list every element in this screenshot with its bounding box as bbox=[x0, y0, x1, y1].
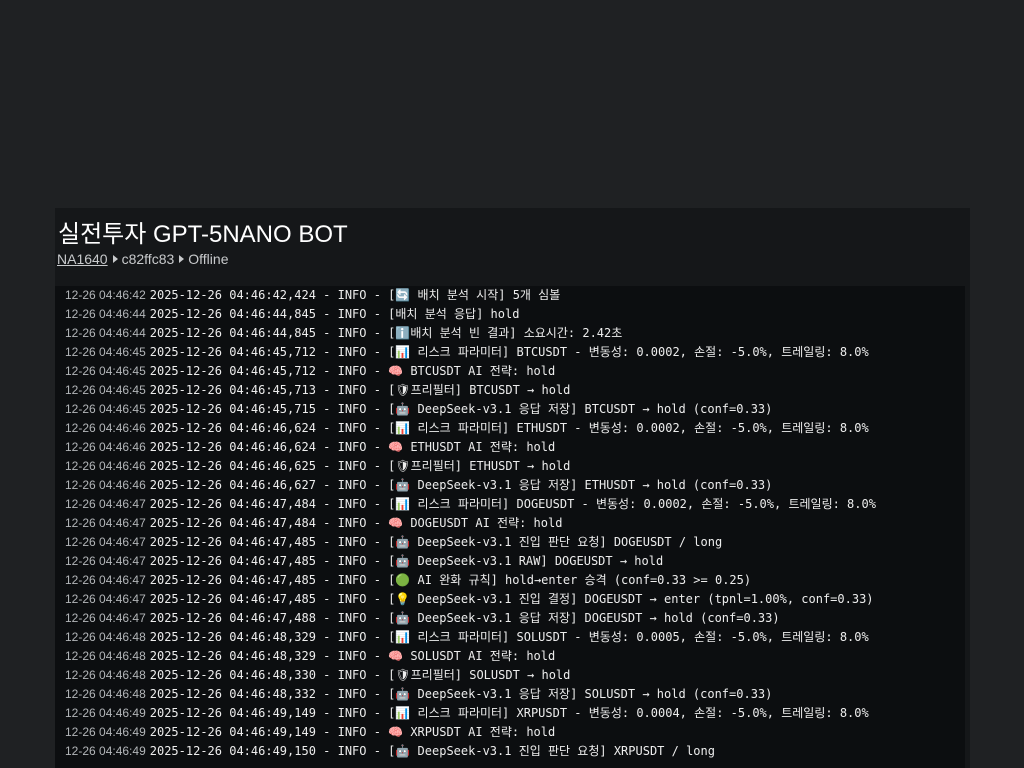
log-line-message: 2025-12-26 04:46:47,485 - INFO - [💡 Deep… bbox=[149, 592, 874, 606]
log-line-timestamp: 12-26 04:46:47 bbox=[65, 592, 146, 606]
log-line-timestamp: 12-26 04:46:47 bbox=[65, 554, 146, 568]
log-line: 12-26 04:46:44 2025-12-26 04:46:44,845 - … bbox=[65, 324, 965, 343]
log-line-timestamp: 12-26 04:46:46 bbox=[65, 440, 146, 454]
log-line-timestamp: 12-26 04:46:47 bbox=[65, 497, 146, 511]
log-line-timestamp: 12-26 04:46:46 bbox=[65, 478, 146, 492]
log-line-timestamp: 12-26 04:46:44 bbox=[65, 326, 146, 340]
log-line: 12-26 04:46:47 2025-12-26 04:46:47,488 - … bbox=[65, 609, 965, 628]
log-line: 12-26 04:46:46 2025-12-26 04:46:46,624 - … bbox=[65, 419, 965, 438]
log-line-message: 2025-12-26 04:46:47,485 - INFO - [🤖 Deep… bbox=[149, 535, 723, 549]
log-line-message: 2025-12-26 04:46:46,624 - INFO - 🧠 ETHUS… bbox=[149, 440, 556, 454]
log-line: 12-26 04:46:47 2025-12-26 04:46:47,485 - … bbox=[65, 571, 965, 590]
log-line: 12-26 04:46:49 2025-12-26 04:46:49,150 - … bbox=[65, 742, 965, 761]
log-line-timestamp: 12-26 04:46:46 bbox=[65, 421, 146, 435]
log-line-message: 2025-12-26 04:46:45,715 - INFO - [🤖 Deep… bbox=[149, 402, 773, 416]
log-line: 12-26 04:46:48 2025-12-26 04:46:48,329 - … bbox=[65, 628, 965, 647]
log-line: 12-26 04:46:48 2025-12-26 04:46:48,332 - … bbox=[65, 685, 965, 704]
log-line: 12-26 04:46:46 2025-12-26 04:46:46,624 - … bbox=[65, 438, 965, 457]
log-line-message: 2025-12-26 04:46:44,845 - INFO - [ℹ️배치 분… bbox=[149, 326, 623, 340]
log-line: 12-26 04:46:45 2025-12-26 04:46:45,715 - … bbox=[65, 400, 965, 419]
log-line-message: 2025-12-26 04:46:46,625 - INFO - [🛡프리필터]… bbox=[149, 459, 571, 473]
log-line-timestamp: 12-26 04:46:45 bbox=[65, 345, 146, 359]
log-line-message: 2025-12-26 04:46:47,485 - INFO - [🤖 Deep… bbox=[149, 554, 664, 568]
page-title: 실전투자 GPT-5NANO BOT bbox=[58, 221, 348, 248]
log-line: 12-26 04:46:47 2025-12-26 04:46:47,484 - … bbox=[65, 495, 965, 514]
log-line-timestamp: 12-26 04:46:49 bbox=[65, 744, 146, 758]
caret-right-icon bbox=[179, 255, 185, 263]
log-line: 12-26 04:46:48 2025-12-26 04:46:48,329 - … bbox=[65, 647, 965, 666]
log-line-timestamp: 12-26 04:46:49 bbox=[65, 725, 146, 739]
log-line: 12-26 04:46:45 2025-12-26 04:46:45,713 - … bbox=[65, 381, 965, 400]
log-line-timestamp: 12-26 04:46:42 bbox=[65, 288, 146, 302]
log-line-message: 2025-12-26 04:46:49,150 - INFO - [🤖 Deep… bbox=[149, 744, 715, 758]
log-line: 12-26 04:46:45 2025-12-26 04:46:45,712 - … bbox=[65, 362, 965, 381]
log-line-timestamp: 12-26 04:46:45 bbox=[65, 364, 146, 378]
log-line: 12-26 04:46:46 2025-12-26 04:46:46,627 - … bbox=[65, 476, 965, 495]
log-line: 12-26 04:46:47 2025-12-26 04:46:47,484 - … bbox=[65, 514, 965, 533]
log-line-message: 2025-12-26 04:46:48,330 - INFO - [🛡프리필터]… bbox=[149, 668, 571, 682]
log-line-timestamp: 12-26 04:46:48 bbox=[65, 687, 146, 701]
log-line-message: 2025-12-26 04:46:45,712 - INFO - [📊 리스크 … bbox=[149, 345, 869, 359]
log-line: 12-26 04:46:42 2025-12-26 04:46:42,424 - … bbox=[65, 286, 965, 305]
log-line: 12-26 04:46:47 2025-12-26 04:46:47,485 - … bbox=[65, 590, 965, 609]
log-line: 12-26 04:46:47 2025-12-26 04:46:47,485 - … bbox=[65, 533, 965, 552]
log-line-message: 2025-12-26 04:46:46,627 - INFO - [🤖 Deep… bbox=[149, 478, 773, 492]
log-line-timestamp: 12-26 04:46:44 bbox=[65, 307, 146, 321]
log-line-message: 2025-12-26 04:46:47,484 - INFO - 🧠 DOGEU… bbox=[149, 516, 563, 530]
breadcrumb: NA1640 c82ffc83 Offline bbox=[57, 251, 228, 267]
log-line: 12-26 04:46:48 2025-12-26 04:46:48,330 - … bbox=[65, 666, 965, 685]
log-line-message: 2025-12-26 04:46:47,488 - INFO - [🤖 Deep… bbox=[149, 611, 780, 625]
log-line-timestamp: 12-26 04:46:47 bbox=[65, 535, 146, 549]
log-line-message: 2025-12-26 04:46:48,332 - INFO - [🤖 Deep… bbox=[149, 687, 773, 701]
caret-right-icon bbox=[112, 255, 118, 263]
log-line-timestamp: 12-26 04:46:47 bbox=[65, 573, 146, 587]
log-line-message: 2025-12-26 04:46:49,149 - INFO - [📊 리스크 … bbox=[149, 706, 869, 720]
log-line-message: 2025-12-26 04:46:48,329 - INFO - [📊 리스크 … bbox=[149, 630, 869, 644]
bot-panel: 실전투자 GPT-5NANO BOT NA1640 c82ffc83 Offli… bbox=[55, 208, 970, 768]
breadcrumb-id: c82ffc83 bbox=[121, 251, 175, 267]
log-line-message: 2025-12-26 04:46:49,149 - INFO - 🧠 XRPUS… bbox=[149, 725, 556, 739]
breadcrumb-user-link[interactable]: NA1640 bbox=[57, 251, 108, 267]
log-line: 12-26 04:46:46 2025-12-26 04:46:46,625 - … bbox=[65, 457, 965, 476]
log-line-timestamp: 12-26 04:46:47 bbox=[65, 516, 146, 530]
log-line-message: 2025-12-26 04:46:47,485 - INFO - [🟢 AI 완… bbox=[149, 573, 752, 587]
log-line-timestamp: 12-26 04:46:48 bbox=[65, 649, 146, 663]
log-line-timestamp: 12-26 04:46:48 bbox=[65, 630, 146, 644]
log-line-message: 2025-12-26 04:46:47,484 - INFO - [📊 리스크 … bbox=[149, 497, 876, 511]
log-line-timestamp: 12-26 04:46:45 bbox=[65, 383, 146, 397]
log-line: 12-26 04:46:49 2025-12-26 04:46:49,149 - … bbox=[65, 704, 965, 723]
log-line: 12-26 04:46:45 2025-12-26 04:46:45,712 - … bbox=[65, 343, 965, 362]
log-line: 12-26 04:46:47 2025-12-26 04:46:47,485 - … bbox=[65, 552, 965, 571]
log-line-timestamp: 12-26 04:46:48 bbox=[65, 668, 146, 682]
log-line-message: 2025-12-26 04:46:48,329 - INFO - 🧠 SOLUS… bbox=[149, 649, 556, 663]
log-line-message: 2025-12-26 04:46:45,713 - INFO - [🛡프리필터]… bbox=[149, 383, 571, 397]
log-line-message: 2025-12-26 04:46:45,712 - INFO - 🧠 BTCUS… bbox=[149, 364, 556, 378]
status-text: Offline bbox=[188, 251, 229, 267]
log-line-message: 2025-12-26 04:46:46,624 - INFO - [📊 리스크 … bbox=[149, 421, 869, 435]
log-line: 12-26 04:46:49 2025-12-26 04:46:49,149 - … bbox=[65, 723, 965, 742]
log-line-message: 2025-12-26 04:46:42,424 - INFO - [🔄 배치 분… bbox=[149, 288, 561, 302]
log-line-timestamp: 12-26 04:46:47 bbox=[65, 611, 146, 625]
log-line-message: 2025-12-26 04:46:44,845 - INFO - [배치 분석 … bbox=[149, 307, 520, 321]
log-line-timestamp: 12-26 04:46:45 bbox=[65, 402, 146, 416]
log-line: 12-26 04:46:44 2025-12-26 04:46:44,845 - … bbox=[65, 305, 965, 324]
log-line-timestamp: 12-26 04:46:46 bbox=[65, 459, 146, 473]
log-line-timestamp: 12-26 04:46:49 bbox=[65, 706, 146, 720]
log-console[interactable]: 12-26 04:46:42 2025-12-26 04:46:42,424 - … bbox=[55, 286, 965, 768]
